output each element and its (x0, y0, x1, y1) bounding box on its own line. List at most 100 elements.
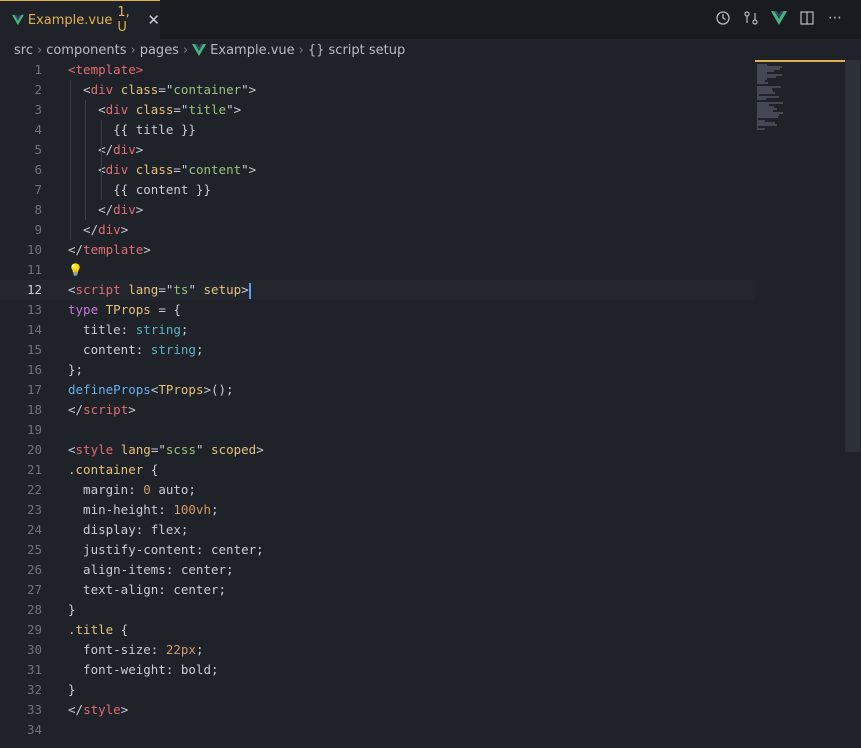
code-text: } (68, 600, 76, 620)
code-token: auto; (150, 482, 196, 497)
tab-bar: Example.vue 1, U ✕ ⋯ (0, 0, 861, 39)
line-number: 9 (34, 222, 42, 237)
code-text: </style> (68, 700, 128, 720)
code-token: {{ content }} (68, 182, 211, 197)
code-line[interactable]: 28} (0, 600, 755, 620)
code-token: > (256, 442, 264, 457)
vue-preview-icon[interactable] (771, 10, 787, 26)
code-token: template (83, 242, 144, 257)
line-number: 4 (34, 122, 42, 137)
code-text: {{ content }} (68, 180, 211, 200)
code-token: class (135, 102, 174, 117)
code-text: } (68, 680, 76, 700)
code-token: ; (180, 322, 189, 337)
code-line[interactable]: 22 margin: 0 auto; (0, 480, 755, 500)
code-token: style (83, 702, 121, 717)
code-line[interactable]: 12 <script lang="ts" setup> (0, 280, 755, 300)
line-number: 16 (26, 362, 42, 377)
code-line[interactable]: 6 <div class="content"> (0, 160, 755, 180)
code-line[interactable]: 19 (0, 420, 755, 440)
code-line[interactable]: 20 <style lang="scss" scoped> (0, 440, 755, 460)
breadcrumb-pages[interactable]: pages (140, 43, 179, 58)
code-token: string (135, 322, 181, 337)
minimap-line (757, 92, 775, 94)
code-token: </ (68, 242, 84, 257)
history-icon[interactable] (715, 10, 731, 26)
code-line[interactable]: 1 <template> (0, 60, 755, 80)
code-token: =" (158, 82, 174, 97)
code-token: div (90, 82, 114, 97)
code-line[interactable]: 7 {{ content }} (0, 180, 755, 200)
code-token: } (68, 602, 76, 617)
code-token: justify-content: center; (68, 542, 264, 557)
code-line[interactable]: 24 display: flex; (0, 520, 755, 540)
code-line[interactable]: 29 .title { (0, 620, 755, 640)
code-token: > (143, 242, 151, 257)
breadcrumb-src[interactable]: src (14, 43, 33, 58)
code-line[interactable]: 25 justify-content: center; (0, 540, 755, 560)
breadcrumb-components[interactable]: components (46, 43, 126, 58)
code-line[interactable]: 27 text-align: center; (0, 580, 755, 600)
code-token: 22px (165, 642, 196, 657)
vue-icon (12, 14, 24, 26)
close-icon[interactable]: ✕ (147, 12, 160, 28)
code-token: string (150, 342, 196, 357)
compare-changes-icon[interactable] (743, 10, 759, 26)
code-line[interactable]: 23 min-height: 100vh; (0, 500, 755, 520)
code-line[interactable]: 33 </style> (0, 700, 755, 720)
code-line[interactable]: 14 title: string; (0, 320, 755, 340)
code-token: div (113, 202, 136, 217)
tab-example-vue[interactable]: Example.vue 1, U ✕ (0, 0, 160, 39)
code-line[interactable]: 3 <div class="title"> (0, 100, 755, 120)
code-token: =" (173, 162, 189, 177)
code-text: </div> (68, 220, 128, 240)
code-line[interactable]: 30 font-size: 22px; (0, 640, 755, 660)
split-editor-icon[interactable] (799, 10, 815, 26)
code-line[interactable]: 4 {{ title }} (0, 120, 755, 140)
more-actions-icon[interactable]: ⋯ (827, 10, 843, 26)
code-line[interactable]: 16}; (0, 360, 755, 380)
code-token: > (128, 402, 136, 417)
vertical-scrollbar[interactable] (845, 60, 860, 452)
line-number: 13 (26, 302, 42, 317)
code-line[interactable]: 15 content: string; (0, 340, 755, 360)
code-token: div (105, 102, 129, 117)
code-line[interactable]: 2 <div class="container"> (0, 80, 755, 100)
line-number: 11 (26, 262, 42, 277)
lightbulb-icon[interactable]: 💡 (68, 260, 83, 280)
line-number: 10 (26, 242, 42, 257)
code-line[interactable]: 34 (0, 720, 755, 740)
code-text: justify-content: center; (68, 540, 264, 560)
code-token: </ (68, 142, 114, 157)
code-line[interactable]: 26 align-items: center; (0, 560, 755, 580)
breadcrumb-file[interactable]: Example.vue (210, 43, 294, 58)
code-line[interactable]: 32} (0, 680, 755, 700)
code-line[interactable]: 18 </script> (0, 400, 755, 420)
code-token: content: (68, 342, 151, 357)
code-token: </ (68, 702, 84, 717)
code-line[interactable]: 10 </template> (0, 240, 755, 260)
code-text: <div class="container"> (68, 80, 256, 100)
minimap[interactable] (755, 60, 845, 140)
code-editor[interactable]: 1 <template> 2 <div class="container"> 3 <d… (0, 60, 755, 748)
code-line[interactable]: 9 </div> (0, 220, 755, 240)
code-line[interactable]: 8 </div> (0, 200, 755, 220)
breadcrumb-symbol[interactable]: {} script setup (308, 43, 405, 58)
code-line[interactable]: 31 font-weight: bold; (0, 660, 755, 680)
code-line[interactable]: 5 </div> (0, 140, 755, 160)
code-line[interactable]: 11 💡 (0, 260, 755, 280)
code-token: {{ title }} (68, 122, 196, 137)
code-token: ; (195, 642, 204, 657)
code-line[interactable]: 17 defineProps<TProps>(); (0, 380, 755, 400)
code-line[interactable]: 21 .container { (0, 460, 755, 480)
chevron-right-icon: › (182, 42, 189, 58)
code-token: ts (173, 282, 189, 297)
code-token: margin: (68, 482, 144, 497)
code-token: < (68, 442, 76, 457)
code-line[interactable]: 13 type TProps = { (0, 300, 755, 320)
line-number: 15 (26, 342, 42, 357)
line-number: 22 (26, 482, 42, 497)
line-number: 20 (26, 442, 42, 457)
